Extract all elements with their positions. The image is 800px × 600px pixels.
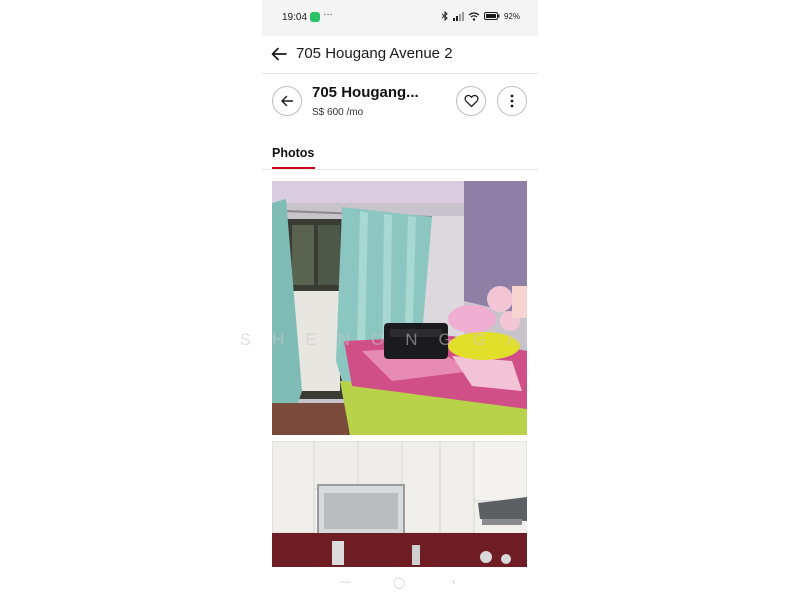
signal-icon: [452, 11, 464, 21]
kitchen-photo-illustration: [272, 441, 527, 567]
more-options-button[interactable]: [497, 86, 527, 116]
tab-bar: Photos: [262, 140, 538, 170]
listing-title: 705 Hougang...: [312, 84, 419, 101]
listing-price: S$ 600 /mo: [312, 107, 364, 118]
nav-back-icon[interactable]: ‹: [452, 576, 456, 588]
battery-icon: [483, 12, 500, 20]
page-title: 705 Hougang Avenue 2: [296, 45, 453, 62]
system-navigation-bar: — ◯ ‹: [262, 567, 538, 600]
listing-summary-bar: 705 Hougang... S$ 600 /mo: [262, 75, 538, 127]
active-tab-indicator: [272, 167, 315, 169]
nav-home-icon[interactable]: ◯: [393, 576, 405, 589]
whatsapp-notification-icon: [310, 12, 320, 22]
listing-photo-kitchen[interactable]: [272, 441, 527, 567]
nav-menu-icon[interactable]: —: [340, 576, 351, 588]
battery-level: 92%: [503, 11, 520, 21]
bluetooth-icon: [441, 11, 448, 21]
status-time: 19:04: [282, 12, 308, 23]
heart-icon: [463, 94, 479, 108]
phone-screen: 19:04 ··· 92% 705 Hougang Avenue 2 705 H…: [262, 0, 538, 600]
listing-back-button[interactable]: [272, 86, 302, 116]
arrow-left-icon[interactable]: [270, 45, 288, 63]
wifi-icon: [468, 11, 480, 21]
tab-photos[interactable]: Photos: [272, 146, 314, 160]
app-header: 705 Hougang Avenue 2: [262, 36, 538, 74]
arrow-left-icon: [281, 95, 294, 107]
status-bar: 19:04 ··· 92%: [262, 0, 538, 36]
bedroom-photo-illustration: [272, 181, 527, 435]
status-notification-dots: ···: [323, 9, 333, 20]
favorite-button[interactable]: [456, 86, 486, 116]
listing-photo-bedroom[interactable]: [272, 181, 527, 435]
more-vertical-icon: [510, 94, 514, 108]
status-right-group: 92%: [441, 11, 520, 21]
